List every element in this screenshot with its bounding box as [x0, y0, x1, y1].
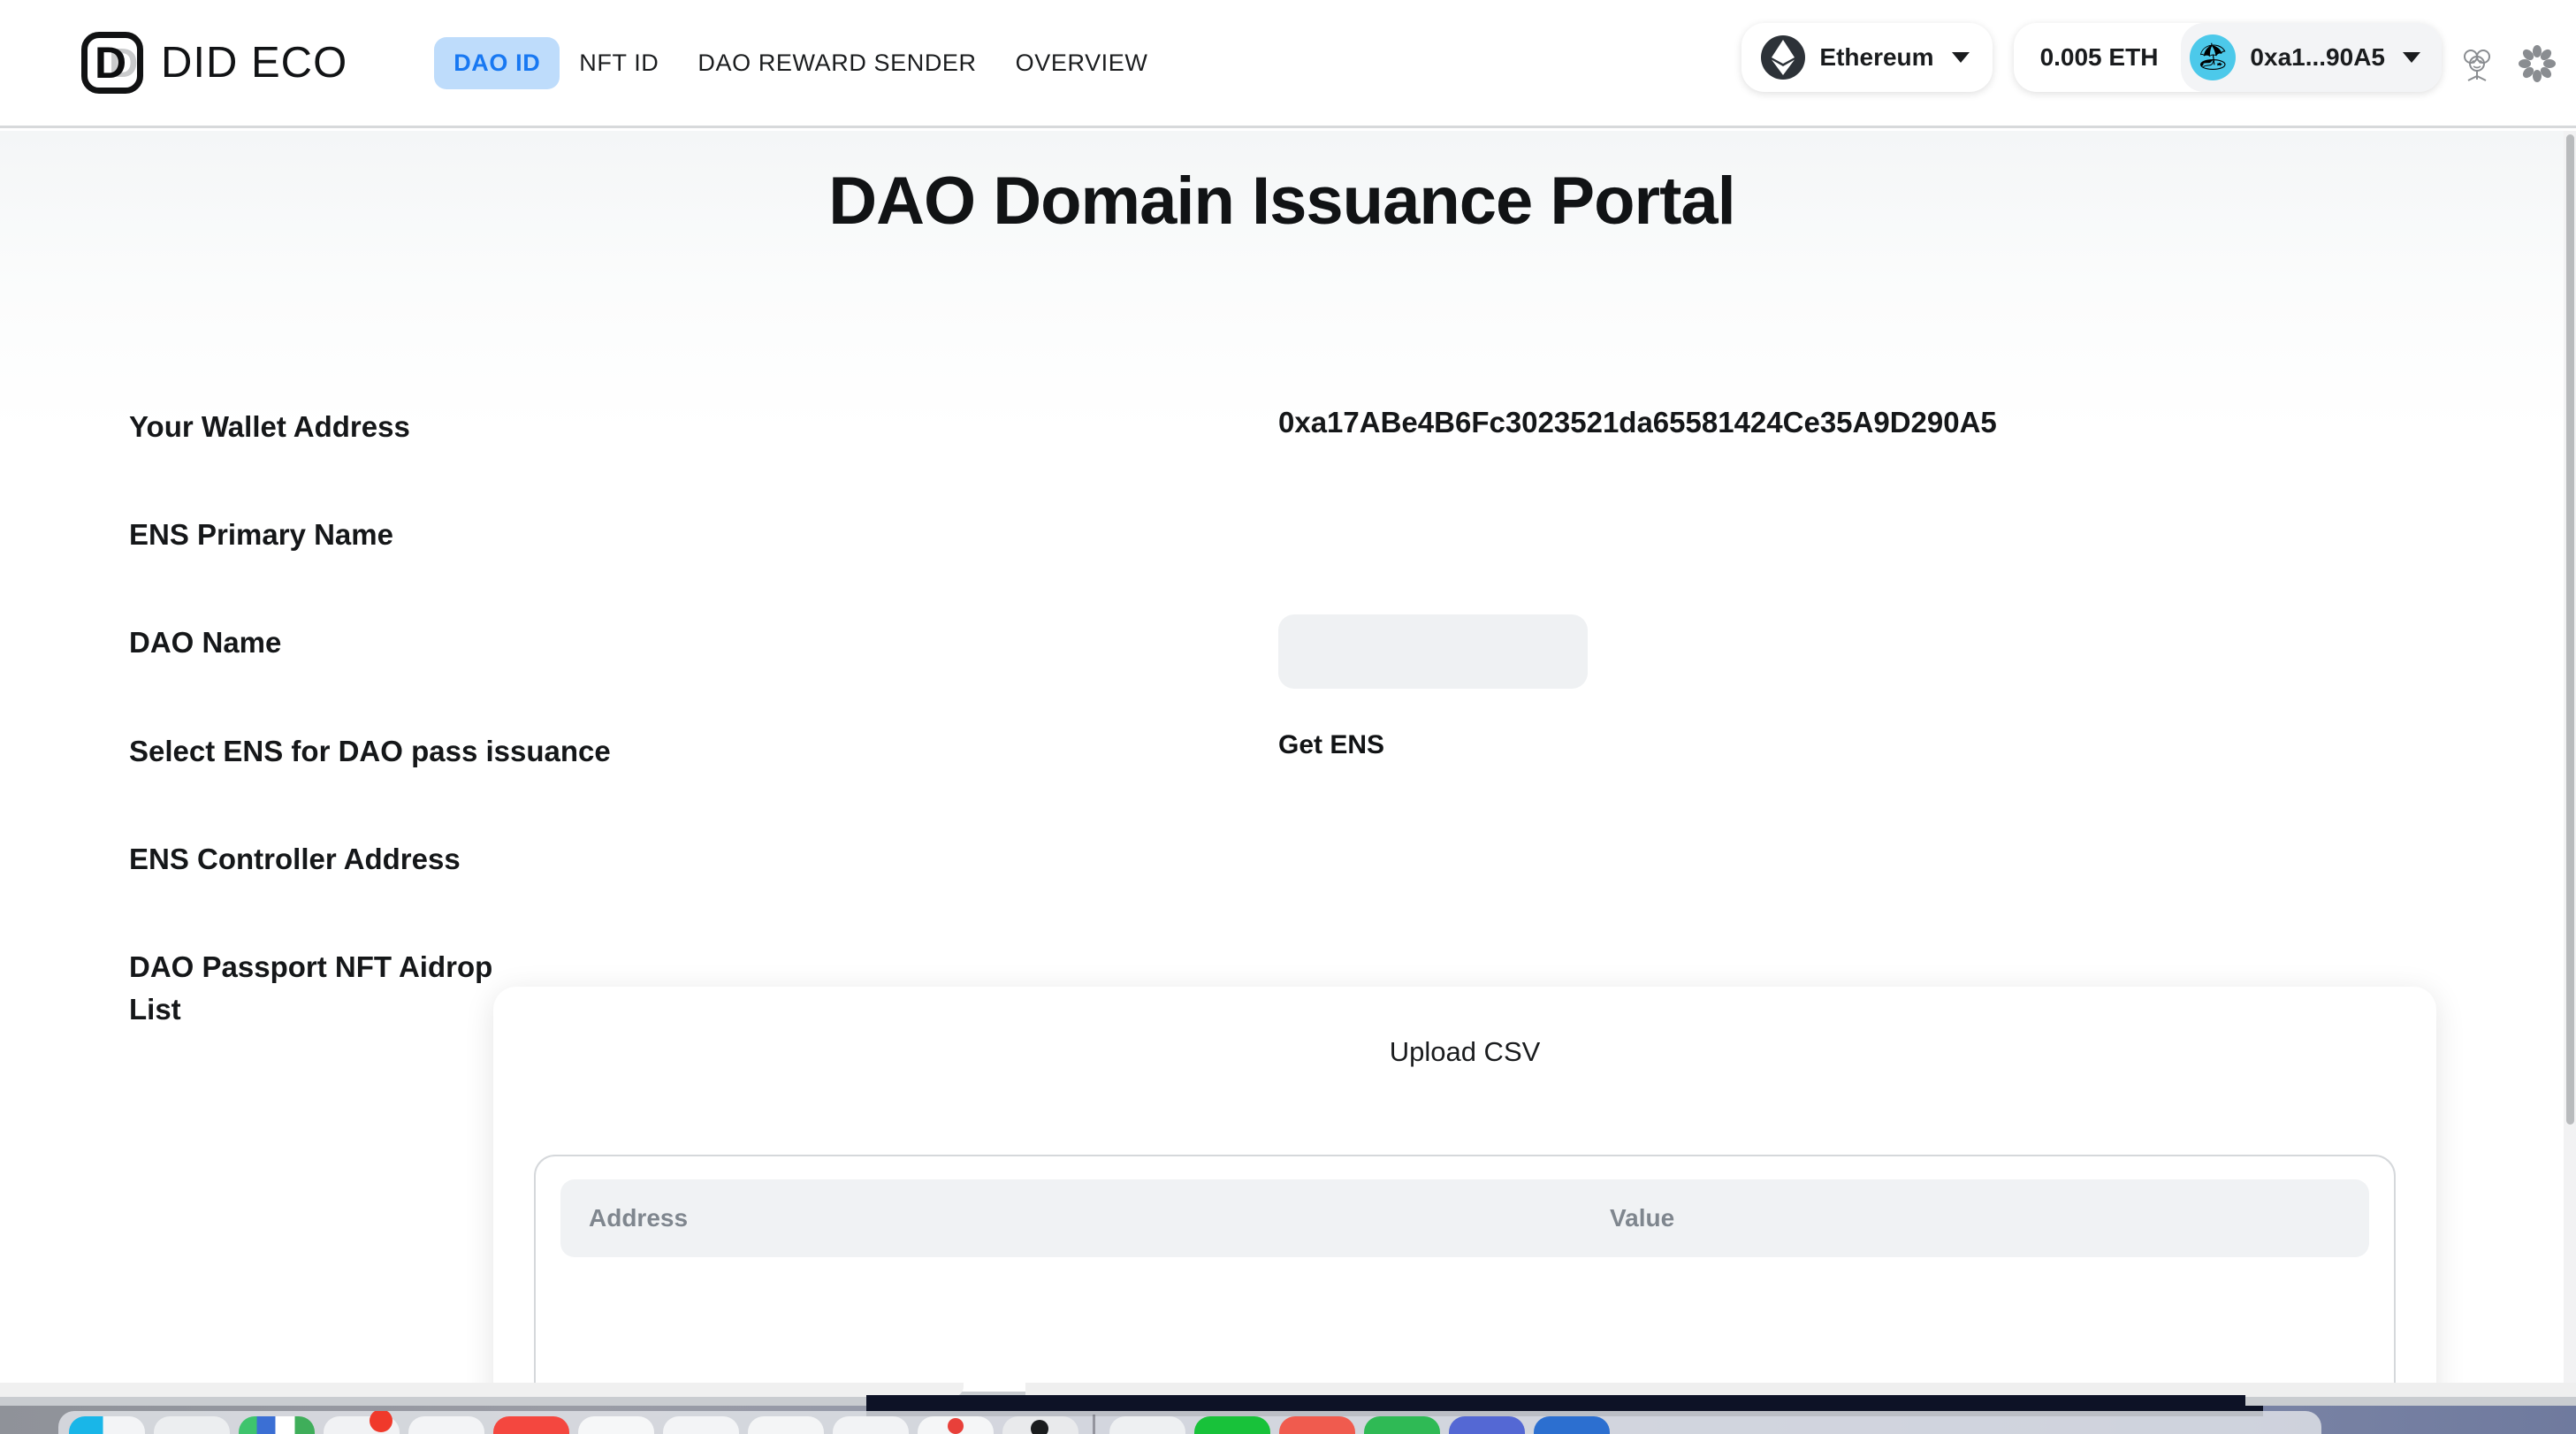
os-desktop-strip	[0, 1406, 2576, 1434]
dock-icon-app-10[interactable]	[833, 1416, 909, 1434]
dock-icon-finder[interactable]	[69, 1416, 145, 1434]
nav-item-nft-id[interactable]: NFT ID	[560, 37, 678, 89]
label-select-ens: Select ENS for DAO pass issuance	[129, 735, 611, 767]
chevron-down-icon	[1951, 52, 1970, 63]
did-eco-logo-icon: D D	[81, 32, 143, 94]
account-pill[interactable]: 🏖 0xa1...90A5	[2181, 23, 2442, 92]
flower-burst-icon[interactable]	[2518, 44, 2557, 83]
brand-logo[interactable]: D D DID ECO	[81, 32, 347, 94]
form-row-ens-primary-name: ENS Primary Name	[129, 514, 1278, 556]
dock-separator	[1093, 1415, 1095, 1434]
form-row-dao-name: DAO Name	[129, 614, 1588, 689]
brand-name: DID ECO	[161, 39, 348, 87]
clover-character-icon[interactable]	[2458, 44, 2496, 83]
dock-icon-app-green2[interactable]	[1364, 1416, 1440, 1434]
account-chip[interactable]: 0.005 ETH 🏖 0xa1...90A5	[2013, 23, 2442, 92]
account-address-short: 0xa1...90A5	[2250, 43, 2385, 71]
dock-icon-app-13[interactable]	[1109, 1416, 1185, 1434]
dock-icon-app-blue[interactable]	[1449, 1416, 1525, 1434]
label-ens-primary-name: ENS Primary Name	[129, 518, 393, 551]
main-nav: DAO ID NFT ID DAO REWARD SENDER OVERVIEW	[434, 36, 1168, 89]
get-ens-button[interactable]: Get ENS	[1278, 730, 1384, 760]
dock-icon-app-7[interactable]	[578, 1416, 654, 1434]
dock-icon-app-9[interactable]	[748, 1416, 824, 1434]
column-header-value: Value	[1610, 1204, 1675, 1232]
label-dao-passport-airdrop-list: DAO Passport NFT Aidrop List	[129, 950, 493, 1026]
dock-icon-app-8[interactable]	[663, 1416, 739, 1434]
label-dao-name: DAO Name	[129, 626, 282, 659]
label-your-wallet-address: Your Wallet Address	[129, 410, 410, 443]
os-dock[interactable]	[58, 1411, 2321, 1434]
nav-item-dao-reward-sender[interactable]: DAO REWARD SENDER	[678, 37, 995, 89]
dock-icon-launchpad[interactable]	[154, 1416, 230, 1434]
network-selector[interactable]: Ethereum	[1741, 23, 1993, 92]
network-name: Ethereum	[1819, 43, 1934, 71]
form-row-dao-passport-airdrop: DAO Passport NFT Aidrop List	[129, 946, 509, 1031]
airdrop-table-panel: Address Value	[534, 1155, 2396, 1406]
wallet-balance: 0.005 ETH	[2039, 43, 2159, 71]
nav-item-dao-id[interactable]: DAO ID	[434, 36, 560, 89]
upload-csv-title[interactable]: Upload CSV	[534, 1036, 2396, 1068]
page-scrollbar-thumb[interactable]	[2566, 134, 2574, 1125]
app-viewport: D D DID ECO DAO ID NFT ID DAO REWARD SEN…	[0, 0, 2576, 1434]
page-content: DAO Domain Issuance Portal Your Wallet A…	[0, 131, 2564, 1406]
dock-icon-app-orange[interactable]	[1279, 1416, 1355, 1434]
os-window-panel-left	[0, 1383, 964, 1397]
dock-icon-app-5[interactable]	[408, 1416, 484, 1434]
ethereum-icon	[1761, 35, 1806, 80]
column-header-address: Address	[589, 1204, 689, 1232]
table-header-row: Address Value	[560, 1179, 2369, 1257]
dock-icon-app-badged[interactable]	[324, 1411, 400, 1434]
dao-name-input[interactable]	[1278, 614, 1588, 689]
chevron-down-icon	[2403, 52, 2420, 63]
app-header: D D DID ECO DAO ID NFT ID DAO REWARD SEN…	[0, 0, 2576, 128]
form-row-select-ens: Select ENS for DAO pass issuance Get ENS	[129, 730, 1384, 773]
form-row-wallet-address: Your Wallet Address 0xa17ABe4B6Fc3023521…	[129, 406, 1997, 448]
page-title: DAO Domain Issuance Portal	[828, 164, 1736, 239]
dock-icon-app-blue2[interactable]	[1534, 1416, 1610, 1434]
dock-icon-app-11[interactable]	[918, 1416, 994, 1434]
dock-icon-browser[interactable]	[239, 1416, 315, 1434]
dock-icon-app-12[interactable]	[1002, 1416, 1078, 1434]
value-your-wallet-address: 0xa17ABe4B6Fc3023521da65581424Ce35A9D290…	[1278, 406, 1997, 439]
upload-csv-card: Upload CSV Address Value	[493, 987, 2436, 1406]
label-ens-controller-address: ENS Controller Address	[129, 843, 461, 875]
avatar: 🏖	[2190, 34, 2237, 80]
dock-icon-app-red[interactable]	[493, 1416, 569, 1434]
wallet-cluster: Ethereum 0.005 ETH 🏖 0xa1...90A5	[1741, 23, 2442, 92]
form-row-ens-controller-address: ENS Controller Address	[129, 838, 1278, 881]
nav-item-overview[interactable]: OVERVIEW	[996, 37, 1168, 89]
page-scrollbar-track[interactable]	[2564, 131, 2576, 1406]
logo-letter: D	[95, 38, 127, 88]
browser-extension-icons	[2458, 44, 2557, 83]
dock-icon-app-green[interactable]	[1194, 1416, 1270, 1434]
